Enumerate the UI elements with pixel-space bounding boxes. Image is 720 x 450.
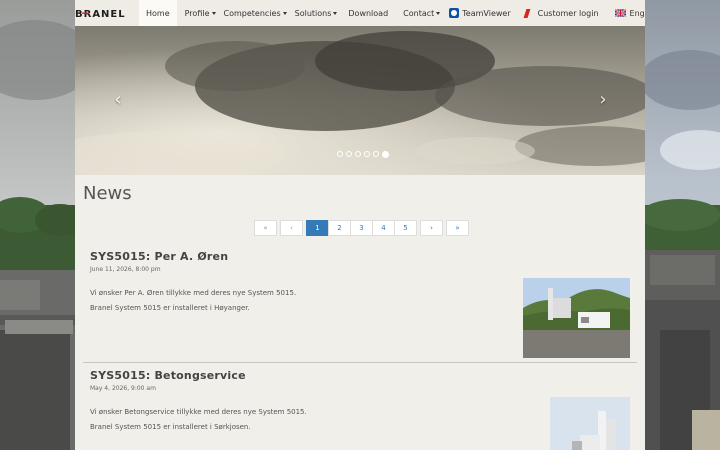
news-article: SYS5015: Betongservice May 4, 2026, 9:00… [90, 369, 630, 450]
nav-download[interactable]: Download [341, 0, 395, 26]
pagination-page-1[interactable]: 1 [306, 220, 329, 236]
caret-down-icon [282, 11, 287, 15]
article-title[interactable]: SYS5015: Betongservice [90, 369, 630, 382]
article-date: June 11, 2026, 8:00 pm [90, 266, 161, 273]
pagination: « ‹ 1 2 3 4 5 › » [254, 220, 469, 236]
pagination-first[interactable]: « [254, 220, 277, 236]
nav-customer-login-label: Customer login [537, 8, 599, 18]
article-text: Branel System 5015 er installeret i Sørk… [90, 423, 251, 431]
nav-profile[interactable]: Profile [181, 0, 220, 26]
pagination-last[interactable]: » [446, 220, 469, 236]
carousel-prev-button[interactable]: ‹ [108, 89, 128, 111]
pagination-page-4[interactable]: 4 [372, 220, 395, 236]
article-text: Vi ønsker Per A. Øren tillykke med deres… [90, 289, 297, 297]
nav-language[interactable]: English [603, 0, 645, 26]
caret-down-icon [333, 11, 338, 15]
article-thumbnail[interactable] [550, 397, 630, 450]
navbar: BRANEL Home Profile Competencies Solutio… [75, 0, 645, 27]
brand-logo[interactable]: BRANEL [75, 0, 139, 26]
nav-home-label: Home [146, 8, 170, 18]
nav-contact[interactable]: Contact [395, 0, 444, 26]
nav-solutions[interactable]: Solutions [291, 0, 342, 26]
pagination-page-2[interactable]: 2 [328, 220, 351, 236]
nav-language-label: English [629, 8, 645, 18]
pagination-page-3[interactable]: 3 [350, 220, 373, 236]
chevron-left-icon: ‹ [114, 89, 122, 110]
carousel-indicator-active[interactable] [382, 151, 389, 158]
carousel-indicator[interactable] [364, 151, 370, 157]
nav-competencies[interactable]: Competencies [220, 0, 291, 26]
news-article: SYS5015: Per A. Øren June 11, 2026, 8:00… [90, 250, 630, 360]
article-title[interactable]: SYS5015: Per A. Øren [90, 250, 630, 263]
nav-contact-label: Contact [403, 8, 435, 18]
article-text: Branel System 5015 er installeret i Høya… [90, 304, 250, 312]
nav-solutions-label: Solutions [294, 8, 332, 18]
nav-teamviewer-label: TeamViewer [462, 8, 511, 18]
page-container: BRANEL Home Profile Competencies Solutio… [75, 0, 645, 450]
pagination-prev[interactable]: ‹ [280, 220, 303, 236]
teamviewer-icon [449, 8, 460, 18]
divider [83, 362, 637, 363]
carousel-indicator[interactable] [337, 151, 343, 157]
nav-download-label: Download [348, 8, 389, 18]
branel-logo-icon: BRANEL [75, 9, 125, 18]
image-carousel[interactable]: ‹ › [75, 26, 645, 175]
article-text: Vi ønsker Betongservice tillykke med der… [90, 408, 307, 416]
chevron-right-icon: › [599, 89, 607, 110]
carousel-indicator[interactable] [346, 151, 352, 157]
red-flag-icon [523, 8, 531, 18]
nav-customer-login[interactable]: Customer login [515, 0, 603, 26]
nav-teamviewer[interactable]: TeamViewer [444, 0, 514, 26]
carousel-indicators [337, 151, 389, 158]
nav-competencies-label: Competencies [223, 8, 281, 18]
carousel-indicator[interactable] [373, 151, 379, 157]
page-title: News [83, 183, 132, 204]
nav-home[interactable]: Home [139, 0, 177, 26]
caret-down-icon [436, 11, 441, 15]
caret-down-icon [211, 11, 216, 15]
uk-flag-icon [614, 9, 626, 17]
pagination-next[interactable]: › [420, 220, 443, 236]
nav-profile-label: Profile [184, 8, 210, 18]
article-thumbnail[interactable] [523, 278, 630, 358]
carousel-indicator[interactable] [355, 151, 361, 157]
carousel-next-button[interactable]: › [593, 89, 613, 111]
article-date: May 4, 2026, 9:00 am [90, 385, 156, 392]
pagination-page-5[interactable]: 5 [394, 220, 417, 236]
